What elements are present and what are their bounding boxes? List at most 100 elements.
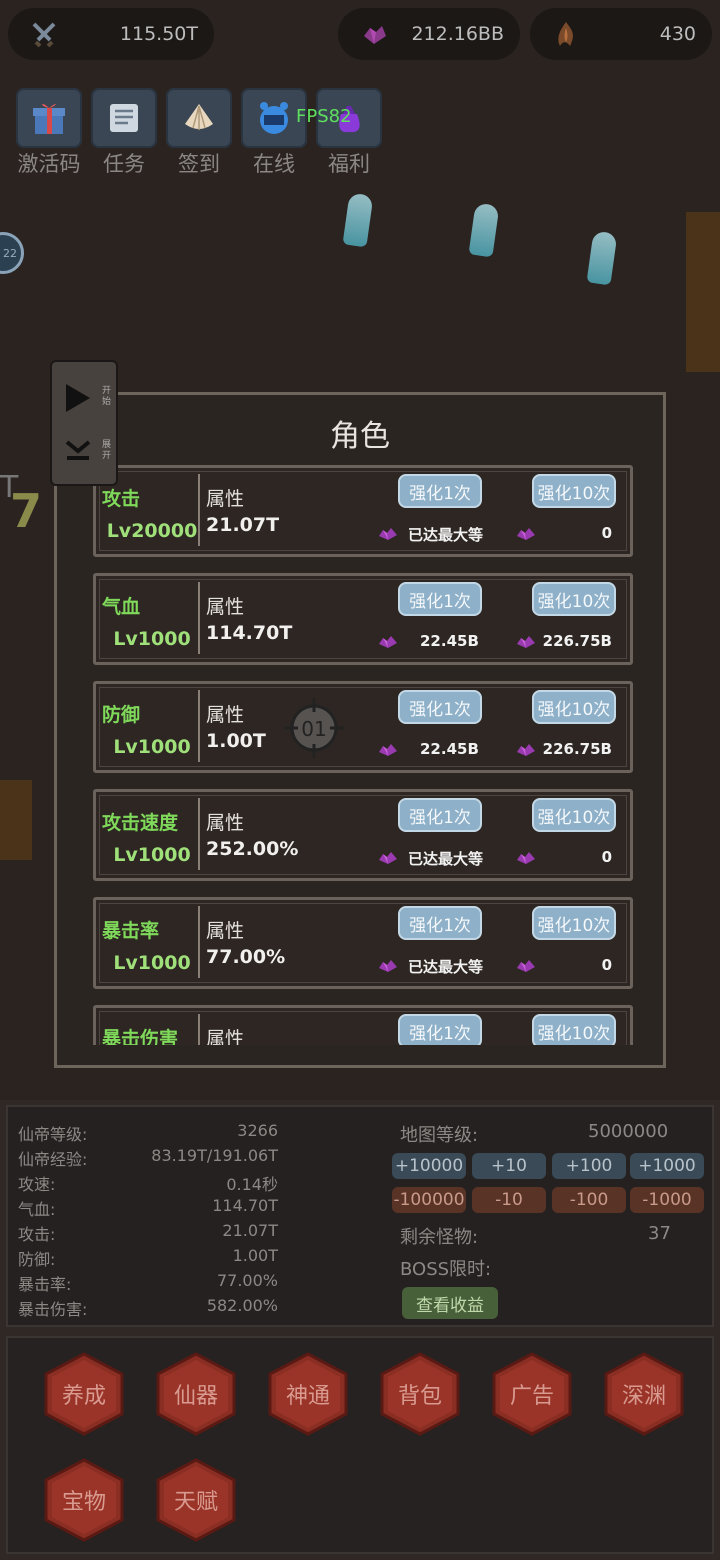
map-level-minus-button[interactable]: -1000 xyxy=(630,1187,704,1213)
purple-gem-icon xyxy=(378,742,398,756)
nav-button[interactable]: 宝物 xyxy=(42,1458,126,1542)
purple-gem-icon xyxy=(516,634,536,648)
attribute-value: 21.07T xyxy=(206,514,280,536)
stat-value: 83.19T/191.06T xyxy=(151,1146,278,1165)
attribute-label: 属性 xyxy=(206,704,245,726)
nav-button[interactable]: 背包 xyxy=(378,1352,462,1436)
stat-label: 暴击伤害: xyxy=(18,1300,88,1319)
purple-gem-icon xyxy=(378,526,398,540)
stat-value: 582.00% xyxy=(206,1296,278,1315)
map-level-plus-button[interactable]: +1000 xyxy=(630,1153,704,1179)
crosshair-number: 01 xyxy=(301,717,326,741)
row-divider xyxy=(198,690,200,762)
nav-button-label: 神通 xyxy=(285,1384,330,1409)
nav-button[interactable]: 天赋 xyxy=(154,1458,238,1542)
attribute-label: 属性 xyxy=(206,920,245,942)
task-label: 任务 xyxy=(103,152,145,176)
target-crosshair: 01 xyxy=(282,696,346,760)
flame-soul-icon xyxy=(558,22,573,46)
attribute-label: 属性 xyxy=(206,1028,245,1045)
upgrade-ten-button[interactable]: 强化10次 xyxy=(532,582,616,616)
side-badge-text: 22 xyxy=(3,246,17,260)
upgrade-once-cost: 22.45B xyxy=(420,740,479,758)
play-icon[interactable] xyxy=(66,384,90,412)
map-level-plus-button[interactable]: +100 xyxy=(552,1153,626,1179)
nav-button[interactable]: 广告 xyxy=(490,1352,574,1436)
row-divider xyxy=(198,798,200,870)
map-level-minus-button[interactable]: -100000 xyxy=(392,1187,466,1213)
souls-value: 430 xyxy=(659,23,696,45)
upgrade-ten-button[interactable]: 强化10次 xyxy=(532,906,616,940)
task-board-icon xyxy=(110,104,138,132)
upgrade-once-button[interactable]: 强化1次 xyxy=(398,798,482,832)
upgrade-ten-button[interactable]: 强化10次 xyxy=(532,474,616,508)
upgrade-once-button[interactable]: 强化1次 xyxy=(398,906,482,940)
upgrade-ten-cost: 0 xyxy=(601,524,612,542)
nav-button[interactable]: 养成 xyxy=(42,1352,126,1436)
attribute-row: 攻击速度 Lv1000 属性 252.00% 强化1次 强化10次 已达最大等 0 xyxy=(93,789,633,881)
stat-label: 攻击: xyxy=(18,1225,56,1244)
start-label: 开始 xyxy=(102,386,112,407)
attribute-name: 防御 xyxy=(102,704,141,726)
upgrade-ten-button[interactable]: 强化10次 xyxy=(532,798,616,832)
nav-button[interactable]: 深渊 xyxy=(602,1352,686,1436)
bottom-nav: 养成 仙器 神通 背包 广告 深渊宝物 天赋 xyxy=(6,1336,714,1554)
upgrade-once-button[interactable]: 强化1次 xyxy=(398,1014,482,1045)
upgrade-ten-button[interactable]: 强化10次 xyxy=(532,1014,616,1045)
upgrade-once-button[interactable]: 强化1次 xyxy=(398,582,482,616)
purple-gem-icon xyxy=(378,634,398,648)
map-level-minus-button[interactable]: -10 xyxy=(472,1187,546,1213)
map-level-plus-button[interactable]: +10 xyxy=(472,1153,546,1179)
upgrade-ten-cost: 0 xyxy=(601,848,612,866)
attribute-row: 气血 Lv1000 属性 114.70T 强化1次 强化10次 22.45B 226.75B xyxy=(93,573,633,665)
activation-code-label: 激活码 xyxy=(17,152,81,176)
nav-button-label: 宝物 xyxy=(61,1490,106,1515)
attribute-value: 77.00% xyxy=(206,946,286,968)
upgrade-ten-cost: 0 xyxy=(601,956,612,974)
attribute-label: 属性 xyxy=(206,596,245,618)
nav-button[interactable]: 仙器 xyxy=(154,1352,238,1436)
row-divider xyxy=(198,1014,200,1045)
gift-icon xyxy=(33,103,65,134)
stat-label: 防御: xyxy=(18,1250,56,1269)
stat-label: 攻速: xyxy=(18,1175,56,1194)
nav-button[interactable]: 神通 xyxy=(266,1352,350,1436)
attribute-name: 暴击率 xyxy=(102,920,160,942)
floating-damage-number: 7 xyxy=(10,484,43,538)
nav-button-label: 深渊 xyxy=(621,1384,666,1409)
task-button[interactable] xyxy=(91,88,157,148)
upgrade-ten-cost: 226.75B xyxy=(542,632,612,650)
upgrade-once-cost: 已达最大等 xyxy=(408,526,484,544)
row-divider xyxy=(198,906,200,978)
attribute-row: 攻击 Lv20000 属性 21.07T 强化1次 强化10次 已达最大等 0 xyxy=(93,465,633,557)
attribute-row: 防御 Lv1000 属性 1.00T 强化1次 强化10次 22.45B 226.75B xyxy=(93,681,633,773)
attribute-row: 暴击率 Lv1000 属性 77.00% 强化1次 强化10次 已达最大等 0 xyxy=(93,897,633,989)
welfare-label: 福利 xyxy=(328,152,370,176)
shell-icon xyxy=(185,104,213,130)
attribute-level: Lv1000 xyxy=(113,736,191,758)
attribute-level: Lv1000 xyxy=(113,844,191,866)
attribute-label: 属性 xyxy=(206,812,245,834)
view-earnings-button[interactable]: 查看收益 xyxy=(402,1287,498,1319)
nav-button-label: 仙器 xyxy=(173,1384,218,1409)
map-level-minus-button[interactable]: -100 xyxy=(552,1187,626,1213)
upgrade-once-button[interactable]: 强化1次 xyxy=(398,690,482,724)
map-tile xyxy=(686,212,720,372)
row-divider xyxy=(198,582,200,654)
map-level-plus-button[interactable]: +10000 xyxy=(392,1153,466,1179)
fps-counter: FPS82 xyxy=(296,106,352,127)
attribute-list[interactable]: 攻击 Lv20000 属性 21.07T 强化1次 强化10次 已达最大等 0 气血 Lv1000… xyxy=(87,465,637,1045)
purple-gem-icon xyxy=(378,958,398,972)
upgrade-once-cost: 22.45B xyxy=(420,632,479,650)
attack-power-value: 115.50T xyxy=(119,23,198,45)
stat-value: 77.00% xyxy=(216,1271,278,1290)
gems-value: 212.16BB xyxy=(411,23,504,45)
side-control-panel: 开始 展开 xyxy=(50,360,118,486)
upgrade-once-button[interactable]: 强化1次 xyxy=(398,474,482,508)
collapse-down-icon[interactable] xyxy=(64,438,92,464)
activation-code-button[interactable] xyxy=(16,88,82,148)
attribute-value: 114.70T xyxy=(206,622,293,644)
attribute-name: 气血 xyxy=(102,596,141,618)
checkin-button[interactable] xyxy=(166,88,232,148)
upgrade-ten-button[interactable]: 强化10次 xyxy=(532,690,616,724)
